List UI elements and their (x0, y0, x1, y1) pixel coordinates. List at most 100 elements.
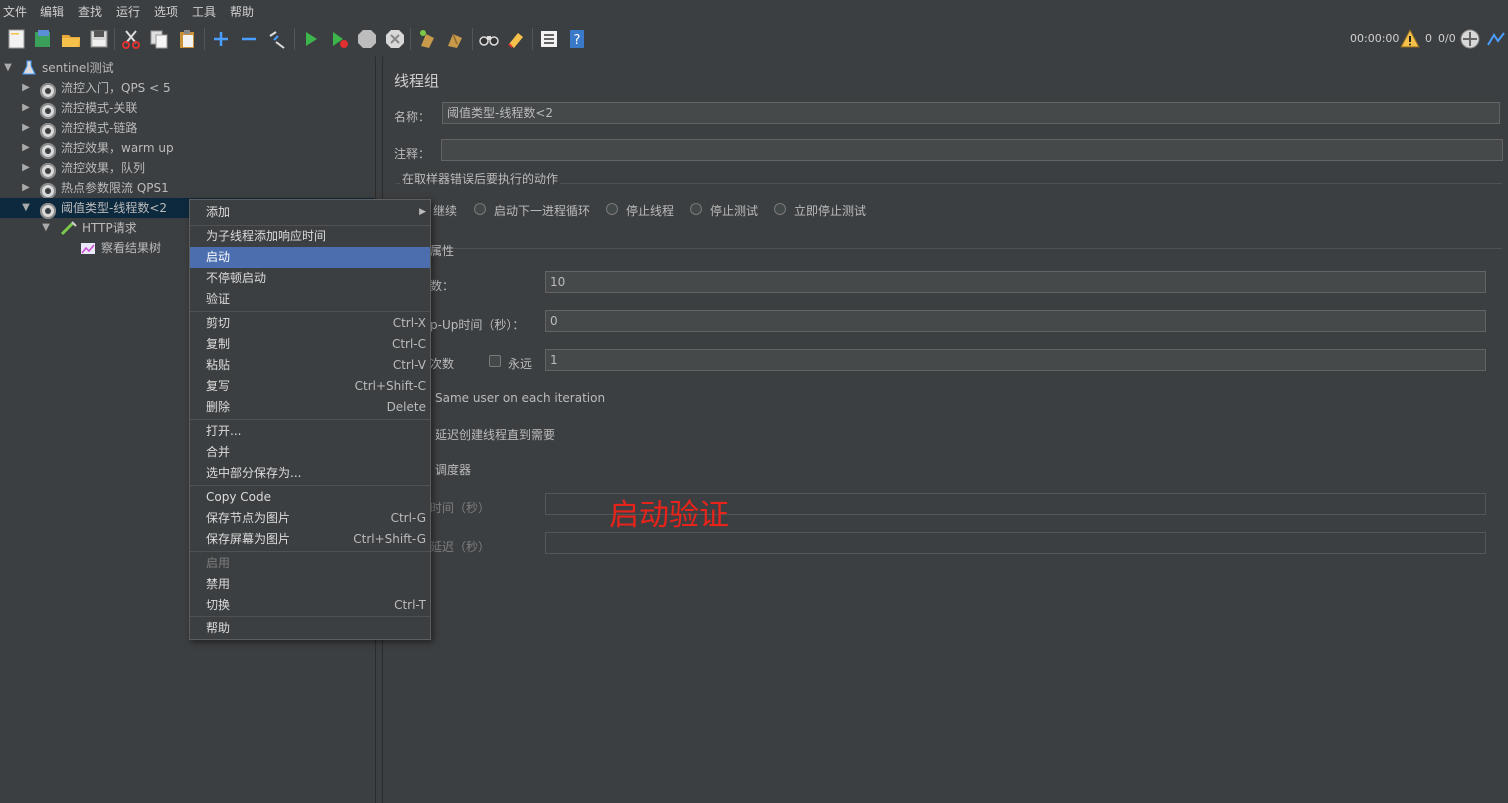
gear-icon (40, 102, 56, 119)
chevron-right-icon[interactable]: ▶ (20, 98, 32, 118)
chevron-right-icon[interactable]: ▶ (20, 118, 32, 138)
toggle-icon[interactable] (266, 28, 288, 50)
tree-item-thread-group[interactable]: ▶ 流控效果，队列 (0, 158, 374, 179)
chevron-right-icon: ▶ (419, 207, 426, 217)
menu-file[interactable]: 文件 (3, 3, 27, 20)
radio-stop-test[interactable] (690, 203, 702, 215)
tree-item-thread-group[interactable]: ▶ 流控模式-链路 (0, 118, 374, 139)
tree-item-thread-group[interactable]: ▶ 热点参数限流 QPS1 (0, 178, 374, 199)
clear-all-icon[interactable] (444, 28, 466, 50)
menu-item-cut[interactable]: 剪切 Ctrl-X (190, 313, 430, 334)
menu-item-copy-code[interactable]: Copy Code (190, 487, 430, 508)
warning-icon[interactable] (1400, 29, 1420, 49)
menu-item-label: 剪切 (206, 316, 231, 330)
menu-item-label: 启用 (206, 556, 231, 570)
name-input[interactable]: 阈值类型-线程数<2 (442, 102, 1500, 124)
chevron-right-icon[interactable]: ▶ (20, 178, 32, 198)
tree-item-root[interactable]: ▼ sentinel测试 (0, 58, 374, 78)
delay-create-label[interactable]: 延迟创建线程直到需要 (435, 426, 555, 443)
start-icon[interactable] (300, 28, 322, 50)
start-no-pause-icon[interactable] (328, 28, 350, 50)
comment-input[interactable] (441, 139, 1503, 161)
chevron-right-icon[interactable]: ▶ (20, 138, 32, 158)
menu-run[interactable]: 运行 (116, 3, 140, 20)
copy-icon[interactable] (148, 28, 170, 50)
radio-stop-thread[interactable] (606, 203, 618, 215)
log-viewer-icon[interactable] (1486, 29, 1506, 49)
function-helper-icon[interactable] (538, 28, 560, 50)
shortcut-label: Ctrl-V (392, 358, 426, 372)
radio-stop-now[interactable] (774, 203, 786, 215)
paste-icon[interactable] (176, 28, 198, 50)
menu-search[interactable]: 查找 (78, 3, 102, 20)
forever-label[interactable]: 永远 (508, 355, 532, 372)
chevron-down-icon[interactable]: ▼ (40, 218, 52, 238)
tree-label: 流控模式-关联 (61, 101, 138, 115)
chevron-right-icon[interactable]: ▶ (20, 158, 32, 178)
menu-item-save-selection[interactable]: 选中部分保存为... (190, 463, 430, 484)
rampup-input[interactable]: 0 (545, 310, 1486, 332)
menu-edit[interactable]: 编辑 (40, 3, 64, 20)
menu-item-save-node-image[interactable]: 保存节点为图片 Ctrl-G (190, 508, 430, 529)
stop-icon[interactable] (356, 28, 378, 50)
threads-input[interactable]: 10 (545, 271, 1486, 293)
menu-help[interactable]: 帮助 (230, 3, 254, 20)
radio-stop-thread-label[interactable]: 停止线程 (626, 202, 674, 219)
remote-status-icon[interactable] (1460, 29, 1480, 49)
menu-item-delete[interactable]: 删除 Delete (190, 397, 430, 418)
loop-count-label: 次数 (430, 357, 455, 371)
expand-icon[interactable] (210, 28, 232, 50)
radio-stop-now-label[interactable]: 立即停止测试 (794, 202, 866, 219)
tree-item-thread-group[interactable]: ▶ 流控模式-关联 (0, 98, 374, 119)
menu-options[interactable]: 选项 (154, 3, 178, 20)
toolbar: ? 00:00:00 0 0/0 (0, 21, 1508, 58)
tree-item-thread-group[interactable]: ▶ 流控入门，QPS < 5 (0, 78, 374, 99)
menu-separator (190, 551, 430, 552)
reset-search-icon[interactable] (505, 28, 527, 50)
startup-delay-input[interactable] (545, 532, 1486, 554)
scheduler-label[interactable]: 调度器 (435, 461, 471, 478)
templates-icon[interactable] (32, 28, 54, 50)
menu-item-start-no-pause[interactable]: 不停顿启动 (190, 268, 430, 289)
collapse-icon[interactable] (238, 28, 260, 50)
save-icon[interactable] (88, 28, 110, 50)
menu-tools[interactable]: 工具 (192, 3, 216, 20)
menu-item-label: 保存屏幕为图片 (206, 532, 291, 546)
menu-item-add[interactable]: 添加 ▶ (190, 202, 430, 223)
menu-item-copy[interactable]: 复制 Ctrl-C (190, 334, 430, 355)
shutdown-icon[interactable] (384, 28, 406, 50)
menu-item-open[interactable]: 打开... (190, 421, 430, 442)
loop-count-input[interactable]: 1 (545, 349, 1486, 371)
menu-item-validate[interactable]: 验证 (190, 289, 430, 310)
tree-item-thread-group[interactable]: ▶ 流控效果，warm up (0, 138, 374, 159)
forever-checkbox[interactable] (489, 355, 501, 367)
same-user-label[interactable]: Same user on each iteration (435, 391, 605, 405)
radio-next-loop[interactable] (474, 203, 486, 215)
help-icon[interactable]: ? (566, 28, 588, 50)
clear-icon[interactable] (416, 28, 438, 50)
chevron-down-icon[interactable]: ▼ (2, 58, 14, 78)
menu-item-save-screen-image[interactable]: 保存屏幕为图片 Ctrl+Shift-G (190, 529, 430, 550)
radio-stop-test-label[interactable]: 停止测试 (710, 202, 758, 219)
startup-delay-label: 延迟（秒） (430, 540, 491, 554)
chevron-down-icon[interactable]: ▼ (20, 198, 32, 218)
menu-item-merge[interactable]: 合并 (190, 442, 430, 463)
radio-next-loop-label[interactable]: 启动下一进程循环 (494, 202, 590, 219)
menu-item-add-resp-time[interactable]: 为子线程添加响应时间 (190, 226, 430, 247)
menu-item-label: 验证 (206, 292, 231, 306)
group-border (434, 248, 1502, 249)
chevron-right-icon[interactable]: ▶ (20, 78, 32, 98)
properties-title: 属性 (430, 244, 455, 258)
menu-item-paste[interactable]: 粘贴 Ctrl-V (190, 355, 430, 376)
search-icon[interactable] (478, 28, 500, 50)
menu-item-toggle[interactable]: 切换 Ctrl-T (190, 595, 430, 616)
menu-item-start[interactable]: 启动 (190, 247, 430, 268)
open-folder-icon[interactable] (60, 28, 82, 50)
menu-item-label: 不停顿启动 (206, 271, 267, 285)
menu-item-duplicate[interactable]: 复写 Ctrl+Shift-C (190, 376, 430, 397)
cut-icon[interactable] (120, 28, 142, 50)
menu-item-help[interactable]: 帮助 (190, 618, 430, 639)
radio-continue-label[interactable]: 继续 (433, 202, 457, 219)
menu-item-disable[interactable]: 禁用 (190, 574, 430, 595)
new-file-icon[interactable] (6, 28, 28, 50)
